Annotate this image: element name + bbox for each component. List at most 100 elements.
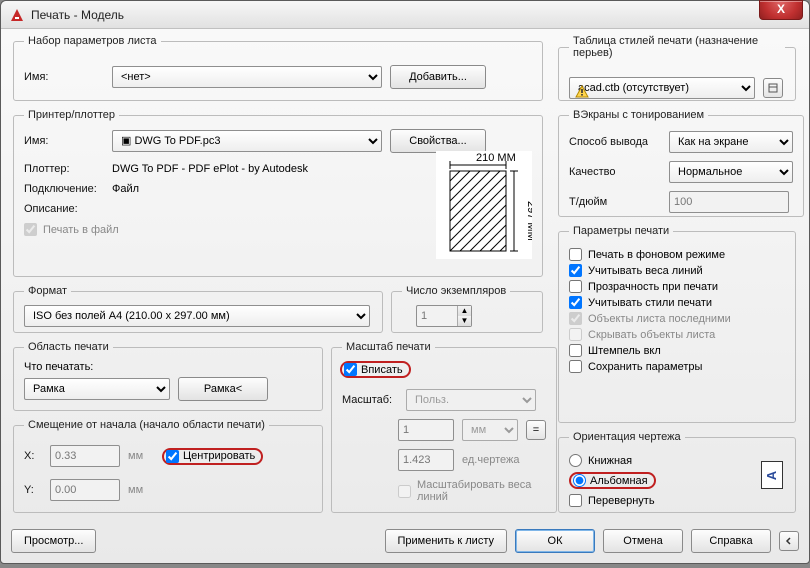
fit-checkbox[interactable] (344, 363, 357, 376)
fit-label: Вписать (361, 364, 403, 376)
copies-up[interactable]: ▲ (457, 306, 471, 316)
paper-preview: 210 MM 297 MM (436, 151, 532, 259)
what-to-plot-select[interactable]: Рамка (24, 378, 170, 400)
printer-name-select[interactable]: ▣ DWG To PDF.pc3 (112, 130, 382, 152)
copies-down[interactable]: ▼ (457, 316, 471, 326)
scale-den-unit: ед.чертежа (462, 454, 519, 466)
dpi-input (669, 191, 789, 213)
scale-lw-label: Масштабировать веса линий (417, 479, 546, 503)
paper-height-label: 297 MM (525, 201, 532, 241)
orientation-icon (761, 461, 783, 489)
ok-button[interactable]: ОК (515, 529, 595, 553)
offset-x-label: X: (24, 450, 42, 462)
connection-value: Файл (112, 183, 139, 195)
opt-save-checkbox[interactable] (569, 360, 582, 373)
page-setup-name-label: Имя: (24, 71, 104, 83)
apply-button[interactable]: Применить к листу (385, 529, 508, 553)
upside-checkbox[interactable] (569, 494, 582, 507)
plot-options-legend: Параметры печати (569, 225, 673, 237)
landscape-radio[interactable] (573, 474, 586, 487)
opt-stamp-checkbox[interactable] (569, 344, 582, 357)
landscape-label: Альбомная (590, 475, 648, 487)
scale-den-input (398, 449, 454, 471)
offset-y-input (50, 479, 120, 501)
copies-group: Число экземпляров ▲▼ (391, 285, 543, 333)
opt-lw-checkbox[interactable] (569, 264, 582, 277)
plot-scale-legend: Масштаб печати (342, 341, 435, 353)
plotter-value: DWG To PDF - PDF ePlot - by Autodesk (112, 163, 308, 175)
plot-style-group: Таблица стилей печати (назначение перьев… (558, 35, 796, 101)
collapse-button[interactable] (779, 531, 799, 551)
shaded-group: ВЭкраны с тонированием Способ вывода Как… (558, 109, 804, 217)
scale-select: Польз. (406, 389, 536, 411)
plot-style-select[interactable]: acad.ctb (отсутствует) (569, 77, 755, 99)
portrait-radio[interactable] (569, 454, 582, 467)
offset-x-unit: мм (128, 450, 154, 462)
chevron-left-icon (784, 536, 794, 546)
dpi-label: Т/дюйм (569, 196, 661, 208)
window-title: Печать - Модель (31, 8, 124, 22)
shaded-legend: ВЭкраны с тонированием (569, 109, 708, 121)
app-icon (9, 7, 25, 23)
scale-lw-checkbox (398, 485, 411, 498)
scale-eq-button[interactable]: = (526, 420, 546, 440)
plot-area-legend: Область печати (24, 341, 113, 353)
opt-bg-label: Печать в фоновом режиме (588, 249, 725, 261)
plot-area-group: Область печати Что печатать: Рамка Рамка… (13, 341, 323, 411)
opt-save-label: Сохранить параметры (588, 361, 702, 373)
center-checkbox[interactable] (166, 450, 179, 463)
offset-x-input (50, 445, 120, 467)
paper-size-select[interactable]: ISO без полей A4 (210.00 x 297.00 мм) (24, 305, 370, 327)
plot-style-legend: Таблица стилей печати (назначение перьев… (569, 35, 785, 59)
opt-trans-checkbox[interactable] (569, 280, 582, 293)
description-label: Описание: (24, 203, 104, 215)
orientation-legend: Ориентация чертежа (569, 431, 685, 443)
connection-label: Подключение: (24, 183, 104, 195)
opt-trans-label: Прозрачность при печати (588, 281, 718, 293)
scale-num-input (398, 419, 454, 441)
quality-label: Качество (569, 166, 661, 178)
plot-style-edit-button[interactable] (763, 78, 783, 98)
preview-button[interactable]: Просмотр... (11, 529, 96, 553)
window-pick-button[interactable]: Рамка< (178, 377, 268, 401)
printer-name-label: Имя: (24, 135, 104, 147)
plot-dialog: Печать - Модель X Набор параметров листа… (0, 0, 810, 564)
scale-unit-select: мм (462, 419, 518, 441)
offset-y-label: Y: (24, 484, 42, 496)
paper-width-label: 210 MM (476, 152, 516, 164)
page-setup-add-button[interactable]: Добавить... (390, 65, 486, 89)
plot-to-file-checkbox (24, 223, 37, 236)
plot-scale-group: Масштаб печати Вписать Масштаб: Польз. м… (331, 341, 557, 513)
page-setup-name-select[interactable]: <нет> (112, 66, 382, 88)
offset-group: Смещение от начала (начало области печат… (13, 419, 323, 513)
printer-props-button[interactable]: Свойства... (390, 129, 486, 153)
opt-styles-label: Учитывать стили печати (588, 297, 712, 309)
opt-lw-label: Учитывать веса линий (588, 265, 703, 277)
what-to-plot-label: Что печатать: (24, 361, 312, 373)
offset-y-unit: мм (128, 484, 143, 496)
copies-legend: Число экземпляров (402, 285, 510, 297)
cancel-button[interactable]: Отмена (603, 529, 683, 553)
close-button[interactable]: X (759, 0, 803, 20)
portrait-label: Книжная (588, 455, 632, 467)
printer-legend: Принтер/плоттер (24, 109, 119, 121)
plot-options-group: Параметры печати Печать в фоновом режиме… (558, 225, 796, 423)
opt-stamp-label: Штемпель вкл (588, 345, 661, 357)
shade-mode-label: Способ вывода (569, 136, 661, 148)
titlebar[interactable]: Печать - Модель X (1, 1, 809, 29)
upside-label: Перевернуть (588, 495, 655, 507)
opt-bg-checkbox[interactable] (569, 248, 582, 261)
center-label: Центрировать (183, 450, 255, 462)
opt-paperspace-checkbox (569, 312, 582, 325)
plotter-label: Плоттер: (24, 163, 104, 175)
plot-to-file-label: Печать в файл (43, 224, 119, 236)
help-button[interactable]: Справка (691, 529, 771, 553)
page-setup-legend: Набор параметров листа (24, 35, 161, 47)
shade-mode-select[interactable]: Как на экране (669, 131, 793, 153)
orientation-group: Ориентация чертежа Книжная Альбомная Пер… (558, 431, 796, 513)
quality-select[interactable]: Нормальное (669, 161, 793, 183)
opt-styles-checkbox[interactable] (569, 296, 582, 309)
paper-size-legend: Формат (24, 285, 71, 297)
opt-paperspace-label: Объекты листа последними (588, 313, 731, 325)
scale-label: Масштаб: (342, 394, 398, 406)
